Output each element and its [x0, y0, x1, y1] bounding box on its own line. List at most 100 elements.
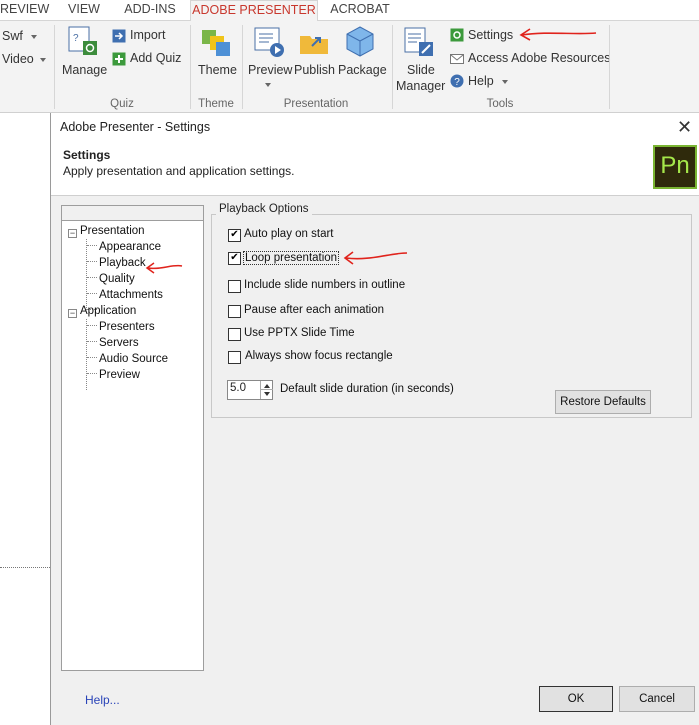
publish-button[interactable]: Publish: [294, 63, 335, 77]
tab-view[interactable]: VIEW: [64, 0, 104, 20]
package-button[interactable]: Package: [338, 63, 387, 77]
use-pptx-slide-time-checkbox[interactable]: [228, 328, 241, 341]
collapse-icon[interactable]: −: [68, 309, 77, 318]
annotation-arrow: [519, 28, 597, 41]
help-icon: ?: [450, 74, 464, 88]
header-subtitle: Apply presentation and application setti…: [63, 164, 295, 178]
theme-button[interactable]: Theme: [198, 63, 237, 77]
tree-line: [87, 341, 97, 342]
tree-item-playback[interactable]: Playback: [99, 257, 146, 269]
chevron-down-icon: [502, 80, 508, 84]
chevron-up-icon[interactable]: [264, 384, 270, 388]
pause-after-animation-checkbox[interactable]: [228, 305, 241, 318]
slide-manager-icon: [404, 27, 433, 56]
access-adobe-resources-button[interactable]: Access Adobe Resources: [468, 51, 610, 65]
playback-options-legend: Playback Options: [216, 203, 312, 215]
tree-item-audio-source[interactable]: Audio Source: [99, 353, 168, 365]
presenter-logo: Pn: [653, 145, 697, 189]
auto-play-checkbox[interactable]: ✔: [228, 229, 241, 242]
svg-text:?: ?: [454, 77, 460, 88]
collapse-icon[interactable]: −: [68, 229, 77, 238]
tree-line: [86, 239, 87, 310]
pause-after-animation-label: Pause after each animation: [244, 304, 385, 316]
help-button[interactable]: Help: [468, 74, 494, 88]
tree-item-quality[interactable]: Quality: [99, 273, 135, 285]
manage-label: Manage: [62, 63, 108, 77]
tree-item-presenters[interactable]: Presenters: [99, 321, 155, 333]
tab-review[interactable]: REVIEW: [0, 0, 49, 20]
always-show-focus-label: Always show focus rectangle: [245, 350, 393, 362]
preview-icon: [254, 27, 284, 57]
tree-line: [87, 293, 97, 294]
slide-duration-value: 5.0: [230, 382, 246, 394]
import-button[interactable]: Import: [130, 28, 165, 42]
tree-item-appearance[interactable]: Appearance: [99, 241, 161, 253]
close-icon[interactable]: ✕: [677, 117, 692, 138]
dialog-header: Settings Apply presentation and applicat…: [51, 143, 699, 196]
annotation-arrow: [145, 262, 183, 274]
video-button[interactable]: Video: [2, 52, 34, 66]
group-separator: [190, 25, 191, 109]
quiz-manage-icon: ?: [68, 26, 97, 55]
annotation-arrow: [343, 251, 408, 265]
publish-icon: [300, 36, 328, 54]
preview-button[interactable]: Preview: [248, 63, 292, 77]
tree-item-preview[interactable]: Preview: [99, 369, 140, 381]
restore-defaults-button[interactable]: Restore Defaults: [555, 390, 651, 414]
settings-tree: − Presentation Appearance Playback Quali…: [61, 220, 204, 671]
tree-item-application[interactable]: Application: [80, 305, 136, 317]
tree-line: [87, 261, 97, 262]
tree-header: [61, 205, 204, 221]
tab-adobe-presenter[interactable]: ADOBE PRESENTER: [190, 0, 318, 22]
chevron-down-icon: [40, 58, 46, 62]
tab-acrobat[interactable]: ACROBAT: [326, 0, 394, 20]
tree-item-servers[interactable]: Servers: [99, 337, 139, 349]
group-separator: [392, 25, 393, 109]
slide-manager-label-2[interactable]: Manager: [396, 79, 445, 93]
slide-manager-label-1[interactable]: Slide: [407, 63, 435, 77]
tab-add-ins[interactable]: ADD-INS: [118, 0, 182, 20]
theme-icon: [202, 30, 230, 56]
group-separator: [54, 25, 55, 109]
swf-button[interactable]: Swf: [2, 29, 23, 43]
ribbon: Swf Video ? Manage Import Add Quiz Quiz …: [0, 21, 699, 113]
always-show-focus-checkbox[interactable]: [228, 351, 241, 364]
dialog-title-bar: Adobe Presenter - Settings ✕: [51, 113, 699, 143]
add-quiz-button[interactable]: Add Quiz: [130, 51, 181, 65]
add-quiz-icon: [112, 52, 126, 66]
header-title: Settings: [63, 148, 111, 162]
tree-line: [87, 357, 97, 358]
chevron-down-icon: [31, 35, 37, 39]
settings-icon: [450, 28, 464, 42]
group-separator: [609, 25, 610, 109]
document-area: [0, 113, 50, 725]
chevron-down-icon: [265, 83, 271, 87]
tree-line: [87, 245, 97, 246]
help-link[interactable]: Help...: [85, 693, 120, 707]
presentation-group-label: Presentation: [283, 98, 349, 110]
svg-text:?: ?: [73, 33, 79, 44]
include-slide-numbers-checkbox[interactable]: [228, 280, 241, 293]
settings-dialog: Adobe Presenter - Settings ✕ Settings Ap…: [50, 113, 699, 725]
tree-item-presentation[interactable]: Presentation: [80, 225, 145, 237]
settings-button[interactable]: Settings: [468, 28, 513, 42]
tree-line: [87, 325, 97, 326]
dotted-line: [0, 567, 50, 568]
mail-icon: [450, 54, 464, 64]
tree-line: [87, 277, 97, 278]
tools-group-label: Tools: [486, 98, 514, 110]
slide-duration-label: Default slide duration (in seconds): [280, 383, 454, 395]
tree-item-attachments[interactable]: Attachments: [99, 289, 163, 301]
slide-duration-stepper[interactable]: 5.0: [227, 380, 273, 400]
import-icon: [112, 29, 126, 43]
cancel-button[interactable]: Cancel: [619, 686, 695, 712]
chevron-down-icon[interactable]: [264, 392, 270, 396]
tree-line: [86, 319, 87, 390]
dialog-title: Adobe Presenter - Settings: [60, 120, 211, 134]
loop-presentation-checkbox[interactable]: ✔: [228, 252, 241, 265]
ok-button[interactable]: OK: [539, 686, 613, 712]
quiz-group-label: Quiz: [110, 98, 134, 110]
theme-group-label: Theme: [198, 98, 234, 110]
loop-presentation-label: Loop presentation: [243, 251, 340, 265]
stepper-buttons[interactable]: [260, 381, 273, 399]
